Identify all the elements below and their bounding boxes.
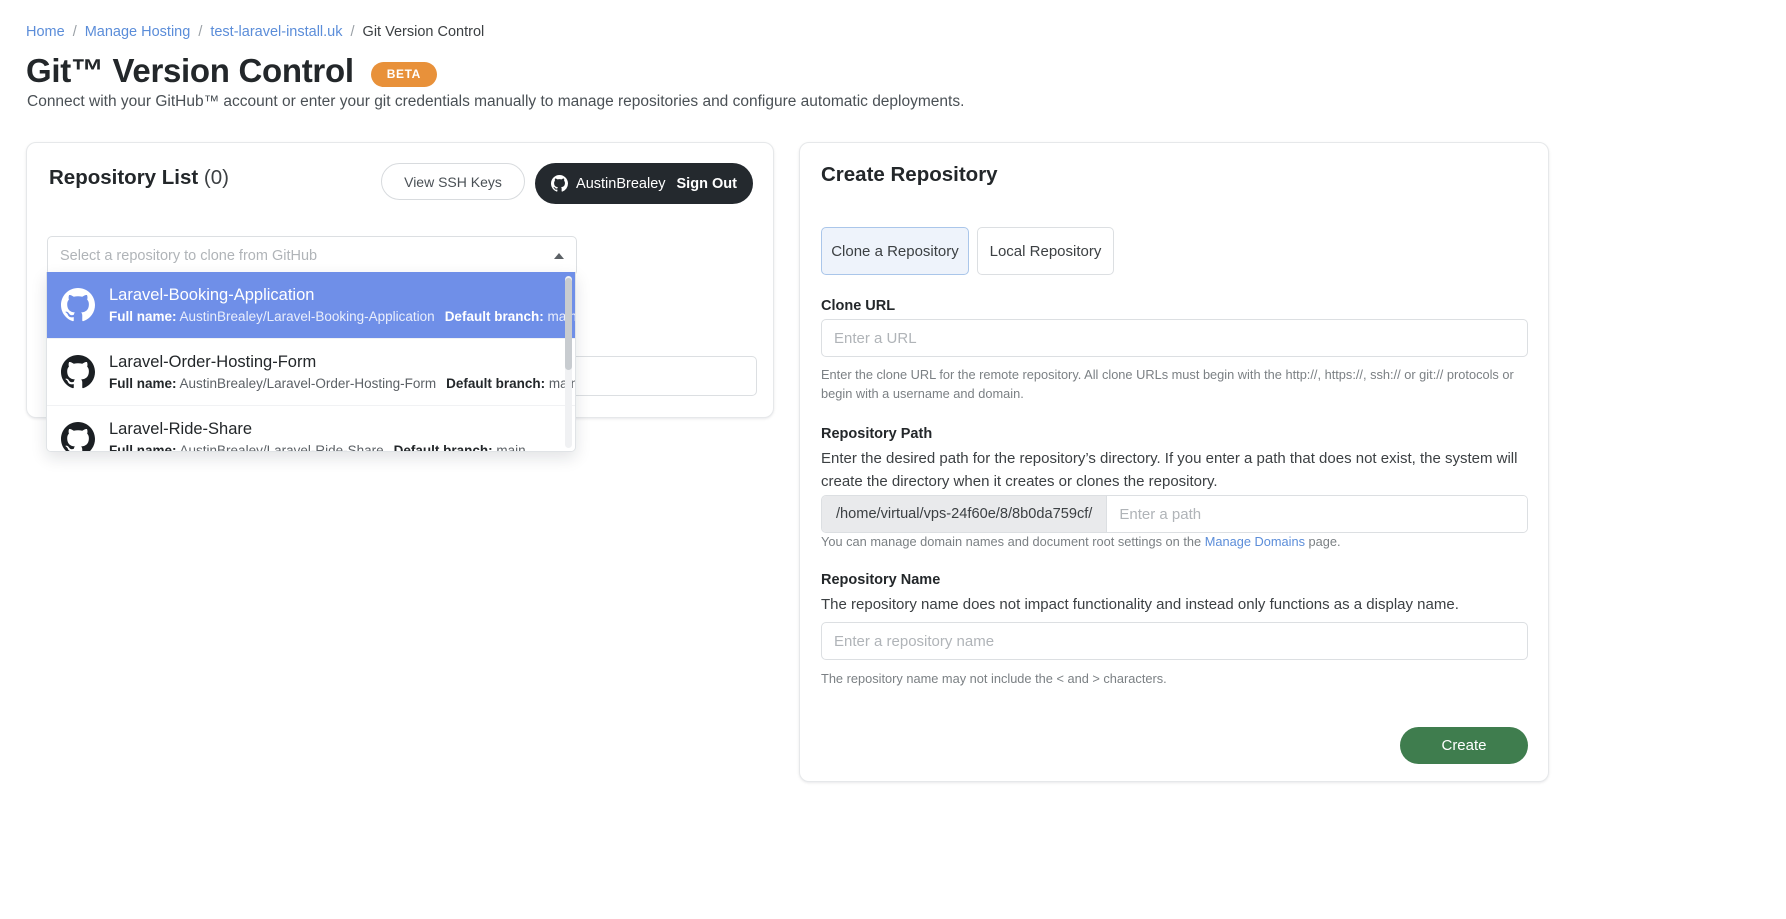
repository-path-input-group: /home/virtual/vps-24f60e/8/8b0da759cf/ E… (821, 495, 1528, 533)
page-title-row: Git™ Version Control BETA (26, 50, 437, 92)
git-version-control-page: Home / Manage Hosting / test-laravel-ins… (0, 0, 1786, 919)
page-title: Git™ Version Control (26, 52, 354, 89)
create-button[interactable]: Create (1400, 727, 1528, 764)
repository-path-placeholder: Enter a path (1119, 505, 1202, 523)
breadcrumb-separator: / (198, 24, 203, 40)
repository-option-meta: Full name: AustinBrealey/Laravel-Order-H… (109, 374, 575, 394)
full-name-label: Full name: (109, 442, 177, 452)
clone-url-input[interactable]: Enter a URL (821, 319, 1528, 357)
clone-url-label: Clone URL (821, 298, 896, 314)
sign-out-label: Sign Out (676, 175, 737, 192)
repository-path-hint-before: You can manage domain names and document… (821, 534, 1205, 549)
create-repository-card: Create Repository Clone a Repository Loc… (799, 142, 1549, 782)
repository-path-hint: You can manage domain names and document… (821, 532, 1531, 551)
repository-path-input[interactable]: Enter a path (1107, 496, 1527, 532)
github-account-name: AustinBrealey (576, 175, 666, 192)
branch-value: main (496, 442, 526, 452)
full-name-value: AustinBrealey/Laravel-Ride-Share (179, 442, 384, 452)
view-ssh-keys-label: View SSH Keys (404, 173, 502, 190)
page-subtitle: Connect with your GitHub™ account or ent… (27, 93, 965, 110)
repository-option-name: Laravel-Order-Hosting-Form (109, 352, 317, 371)
repository-option-meta: Full name: AustinBrealey/Laravel-Booking… (109, 307, 575, 327)
branch-group: Default branch: main (444, 307, 575, 327)
create-button-label: Create (1441, 737, 1487, 754)
tab-clone-a-repository-label: Clone a Repository (831, 242, 959, 260)
repository-count: (0) (203, 166, 229, 189)
beta-badge: BETA (370, 61, 437, 87)
branch-group: Default branch: main (446, 374, 575, 394)
repository-path-label: Repository Path (821, 426, 933, 442)
github-mark-icon (61, 422, 95, 451)
repository-list-title: Repository List (0) (49, 166, 229, 190)
list-item[interactable]: Laravel-Order-Hosting-Form Full name: Au… (47, 339, 575, 406)
breadcrumb-item-manage-hosting[interactable]: Manage Hosting (85, 23, 191, 41)
repository-list-title-text: Repository List (49, 166, 199, 189)
repository-select-placeholder: Select a repository to clone from GitHub (60, 248, 318, 264)
repository-path-prefix: /home/virtual/vps-24f60e/8/8b0da759cf/ (822, 496, 1108, 532)
create-repository-title: Create Repository (821, 163, 998, 186)
caret-up-icon (554, 253, 564, 259)
full-name-value: AustinBrealey/Laravel-Booking-Applicatio… (179, 308, 435, 324)
dropdown-scrollbar-thumb[interactable] (565, 278, 572, 370)
manage-domains-link[interactable]: Manage Domains (1205, 534, 1305, 549)
github-sign-out-button[interactable]: AustinBrealey Sign Out (535, 163, 753, 204)
full-name-group: Full name: AustinBrealey/Laravel-Order-H… (109, 374, 436, 394)
repository-path-description: Enter the desired path for the repositor… (821, 450, 1518, 490)
full-name-label: Full name: (109, 308, 177, 324)
github-mark-icon (61, 288, 95, 322)
clone-url-hint: Enter the clone URL for the remote repos… (821, 367, 1514, 401)
branch-label: Default branch: (446, 375, 546, 391)
repository-name-hint: The repository name may not include the … (821, 671, 1167, 686)
list-item[interactable]: Laravel-Booking-Application Full name: A… (47, 272, 575, 339)
breadcrumb-separator: / (72, 24, 77, 40)
list-item-text: Laravel-Booking-Application Full name: A… (109, 284, 575, 327)
repository-name-description: The repository name does not impact func… (821, 596, 1459, 613)
tab-local-repository[interactable]: Local Repository (977, 227, 1114, 275)
list-item-text: Laravel-Order-Hosting-Form Full name: Au… (109, 351, 575, 394)
github-mark-icon (61, 355, 95, 389)
repository-path-hint-after: page. (1305, 534, 1341, 549)
repository-name-input[interactable]: Enter a repository name (821, 622, 1528, 660)
tab-local-repository-label: Local Repository (989, 242, 1102, 260)
breadcrumb: Home / Manage Hosting / test-laravel-ins… (26, 23, 484, 41)
branch-label: Default branch: (444, 308, 544, 324)
clone-url-placeholder: Enter a URL (834, 329, 917, 347)
repository-list-header: Repository List (0) View SSH Keys Austin… (27, 143, 773, 219)
full-name-value: AustinBrealey/Laravel-Order-Hosting-Form (179, 375, 437, 391)
breadcrumb-item-home[interactable]: Home (26, 23, 65, 41)
repository-option-name: Laravel-Ride-Share (109, 419, 253, 438)
repository-name-label: Repository Name (821, 572, 941, 588)
branch-group: Default branch: main (393, 441, 526, 452)
full-name-label: Full name: (109, 375, 177, 391)
branch-label: Default branch: (393, 442, 493, 452)
list-item[interactable]: Laravel-Ride-Share Full name: AustinBrea… (47, 406, 575, 452)
breadcrumb-item-domain[interactable]: test-laravel-install.uk (210, 23, 342, 41)
full-name-group: Full name: AustinBrealey/Laravel-Booking… (109, 307, 435, 327)
repository-select[interactable]: Select a repository to clone from GitHub (47, 236, 577, 276)
breadcrumb-separator: / (350, 24, 355, 40)
repository-name-placeholder: Enter a repository name (834, 632, 995, 650)
view-ssh-keys-button[interactable]: View SSH Keys (381, 163, 525, 200)
repository-option-name: Laravel-Booking-Application (109, 285, 315, 304)
full-name-group: Full name: AustinBrealey/Laravel-Ride-Sh… (109, 441, 384, 452)
github-mark-icon (551, 175, 569, 192)
repository-option-meta: Full name: AustinBrealey/Laravel-Ride-Sh… (109, 441, 561, 452)
tab-clone-a-repository[interactable]: Clone a Repository (821, 227, 969, 275)
list-item-text: Laravel-Ride-Share Full name: AustinBrea… (109, 418, 561, 452)
create-repository-tabs: Clone a Repository Local Repository (821, 227, 1114, 275)
breadcrumb-item-current: Git Version Control (362, 24, 485, 40)
repository-dropdown-list[interactable]: Laravel-Booking-Application Full name: A… (46, 272, 576, 452)
